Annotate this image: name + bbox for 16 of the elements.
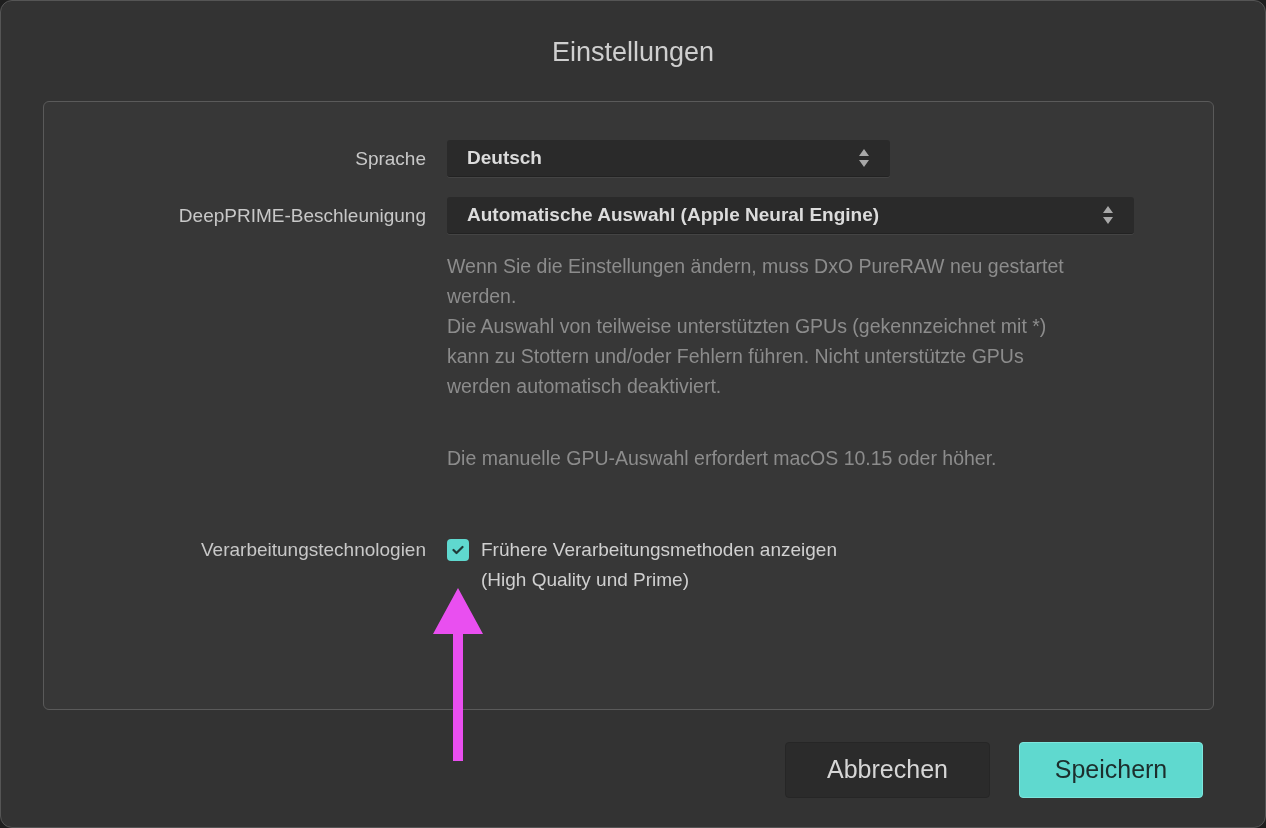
save-button[interactable]: Speichern [1019, 742, 1203, 798]
field-label: Sprache [355, 148, 426, 169]
help-text: Wenn Sie die Einstellungen ändern, muss DxO PureRAW neu gestartet werden. [447, 254, 1065, 309]
dropdown[interactable]: Automatische Auswahl (Apple Neural Engine) [447, 197, 1134, 234]
window-title: Einstellungen [551, 36, 715, 69]
field-label: DeepPRIME-Beschleunigung [178, 205, 426, 226]
dropdown[interactable]: Deutsch [447, 140, 890, 177]
help-text: Die Auswahl von teilweise unterstützten GPUs (gekennzeichnet mit *) kann zu Stottern und/oder Fehlern führen. Nicht unterstützte GPUs werden automatisch deaktiviert. [447, 314, 1048, 399]
cancel-button[interactable]: Abbrechen [785, 742, 990, 798]
checkbox[interactable] [447, 539, 469, 561]
updown-arrows-icon [1102, 205, 1114, 225]
checkmark-icon [452, 545, 464, 555]
updown-arrows-icon [858, 148, 870, 168]
field-label: Verarbeitungstechnologien [201, 539, 426, 560]
checkbox-label: Frühere Verarbeitungsmethoden anzeigen (High Quality und Prime) [481, 538, 837, 592]
help-text: Die manuelle GPU-Auswahl erfordert macOS 10.15 oder höher. [447, 446, 998, 471]
